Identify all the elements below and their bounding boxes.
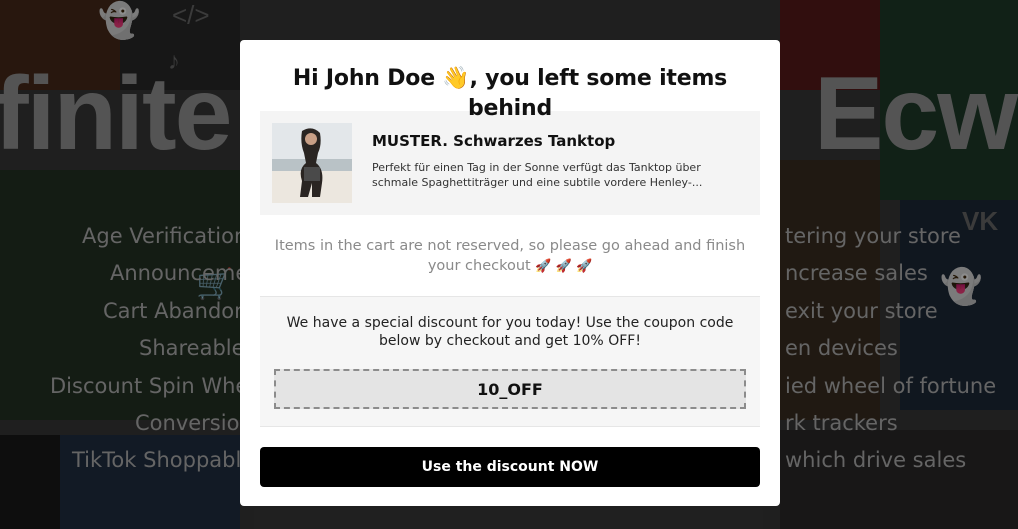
modal-title: Hi John Doe 👋, you left some items behin… <box>292 66 728 121</box>
reserve-note-text: Items in the cart are not reserved, so p… <box>274 238 746 274</box>
use-discount-button[interactable]: Use the discount NOW <box>260 447 760 487</box>
discount-section: We have a special discount for you today… <box>260 296 760 427</box>
reserve-note: Items in the cart are not reserved, so p… <box>260 236 760 277</box>
product-description-line: Perfekt für einen Tag in der Sonne verfü… <box>372 161 701 174</box>
rocket-icon: 🚀 🚀 🚀 <box>535 259 593 274</box>
product-description: Perfekt für einen Tag in der Sonne verfü… <box>372 160 732 190</box>
product-name[interactable]: MUSTER. Schwarzes Tanktop <box>372 132 732 150</box>
product-info: MUSTER. Schwarzes Tanktop Perfekt für ei… <box>372 132 732 190</box>
cart-item[interactable]: MUSTER. Schwarzes Tanktop Perfekt für ei… <box>260 111 760 215</box>
product-image[interactable] <box>272 123 352 203</box>
coupon-code[interactable]: 10_OFF <box>274 369 746 409</box>
discount-text: We have a special discount for you today… <box>286 315 734 349</box>
product-photo-icon <box>272 123 352 203</box>
cart-reminder-modal: Hi John Doe 👋, you left some items behin… <box>240 40 780 506</box>
product-description-line: schmale Spaghettiträger und eine subtile… <box>372 176 703 189</box>
